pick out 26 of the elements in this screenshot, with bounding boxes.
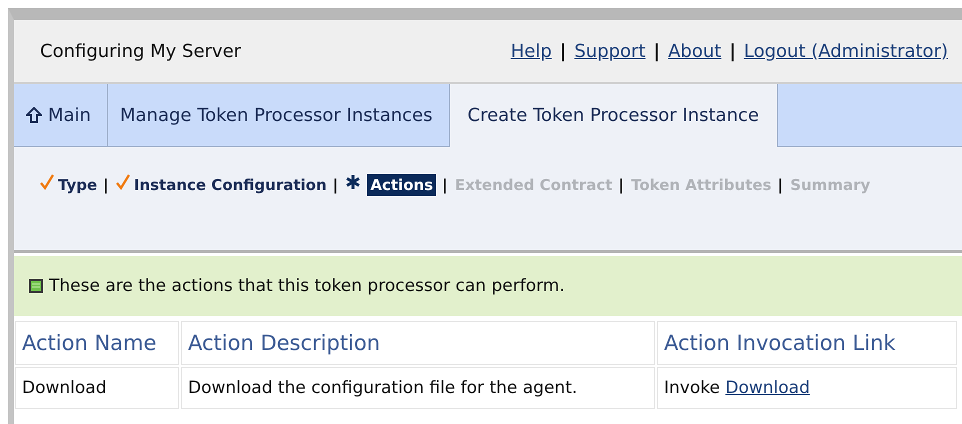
- header-link[interactable]: About: [668, 40, 722, 62]
- info-panel-icon: [28, 278, 44, 294]
- header-link[interactable]: Logout (Administrator): [744, 40, 948, 62]
- header-link[interactable]: Help: [510, 40, 552, 62]
- step-link[interactable]: Actions: [367, 174, 436, 196]
- separator: |: [729, 40, 736, 62]
- tab[interactable]: Main: [14, 84, 108, 146]
- separator: |: [560, 40, 566, 62]
- separator: |: [442, 176, 448, 194]
- tab[interactable]: Create Token Processor Instance: [450, 84, 778, 147]
- separator: |: [777, 176, 783, 194]
- page-title: Configuring My Server: [40, 40, 242, 62]
- header-link[interactable]: Support: [574, 40, 646, 62]
- separator: |: [332, 176, 338, 194]
- separator: |: [654, 40, 660, 62]
- separator: |: [618, 176, 624, 194]
- download-link[interactable]: Download: [725, 378, 810, 398]
- table-cell: Download: [16, 368, 178, 408]
- step-link[interactable]: Type: [58, 176, 98, 194]
- home-arrow-icon: [26, 107, 42, 123]
- table-cell: Download the configuration file for the agent.: [182, 368, 654, 408]
- asterisk-icon: [345, 174, 362, 190]
- info-message: These are the actions that this token processor can perform.: [49, 276, 565, 296]
- step-link[interactable]: Instance Configuration: [134, 176, 327, 194]
- separator: |: [103, 176, 109, 194]
- cell-text: Invoke: [664, 378, 720, 398]
